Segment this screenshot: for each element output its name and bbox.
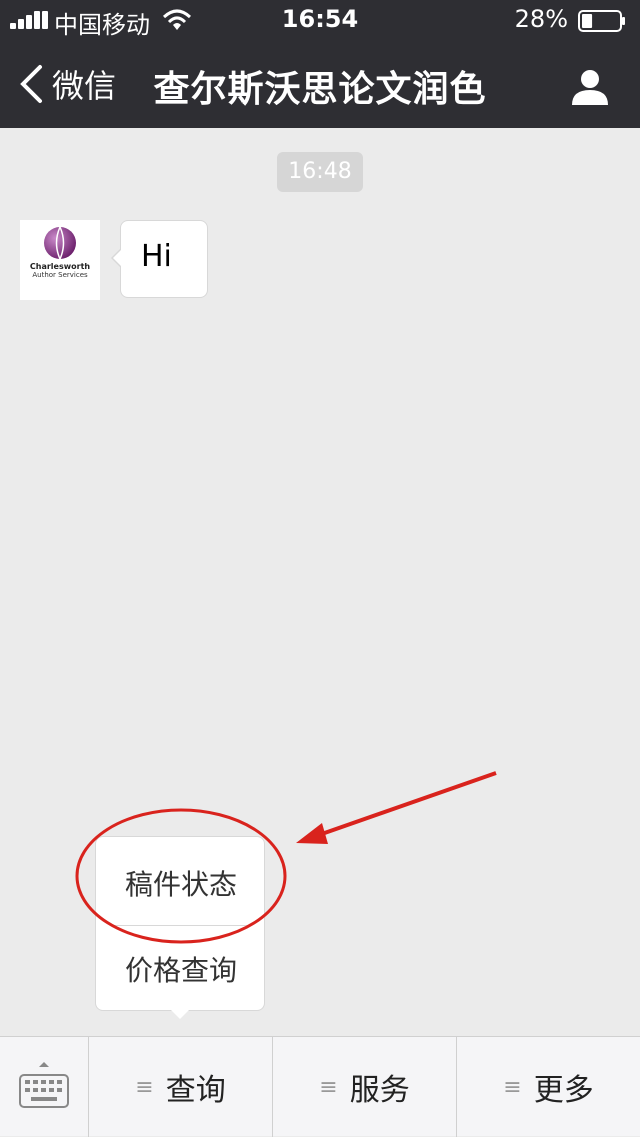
battery-icon [578, 10, 625, 32]
annotation-arrow-line [315, 771, 497, 838]
menu-lines-icon: ≡ [503, 1074, 522, 1100]
submenu-item-manuscript-status[interactable]: 稿件状态 [96, 863, 266, 903]
keyboard-toggle-button[interactable] [0, 1037, 88, 1137]
menu-label-services: 服务 [349, 1073, 410, 1108]
submenu-item-price-query[interactable]: 价格查询 [96, 949, 266, 989]
submenu-popup: 稿件状态 价格查询 [95, 836, 265, 1011]
message-text: Hi [141, 239, 172, 274]
menu-label-query: 查询 [165, 1073, 226, 1108]
menu-button-query[interactable]: ≡ 查询 [89, 1037, 272, 1137]
message-timestamp: 16:48 [277, 152, 363, 192]
page-title: 查尔斯沃思论文润色 [153, 69, 487, 110]
status-bar: 中国移动 16:54 28% [0, 0, 640, 40]
bubble-tail-fill [113, 249, 122, 267]
menu-lines-icon: ≡ [319, 1074, 338, 1100]
person-icon[interactable] [570, 66, 610, 106]
bottom-menu-bar: ≡ 查询 ≡ 服务 ≡ 更多 [0, 1036, 640, 1137]
avatar-brand-line2: Author Services [32, 271, 88, 279]
battery-percent: 28% [514, 5, 568, 33]
message-bubble[interactable]: Hi [120, 220, 208, 298]
submenu-divider [110, 925, 250, 926]
menu-label-more: 更多 [533, 1073, 594, 1108]
keyboard-icon [19, 1062, 69, 1108]
charlesworth-logo-icon [44, 226, 76, 260]
avatar-brand-line1: Charlesworth [29, 262, 91, 271]
menu-button-services[interactable]: ≡ 服务 [273, 1037, 456, 1137]
submenu-tail [170, 1009, 190, 1019]
menu-button-more[interactable]: ≡ 更多 [457, 1037, 640, 1137]
nav-bar: 微信 查尔斯沃思论文润色 [0, 40, 640, 128]
menu-lines-icon: ≡ [135, 1074, 154, 1100]
annotation-arrow-head [296, 823, 328, 844]
avatar[interactable]: Charlesworth Author Services [20, 220, 100, 300]
